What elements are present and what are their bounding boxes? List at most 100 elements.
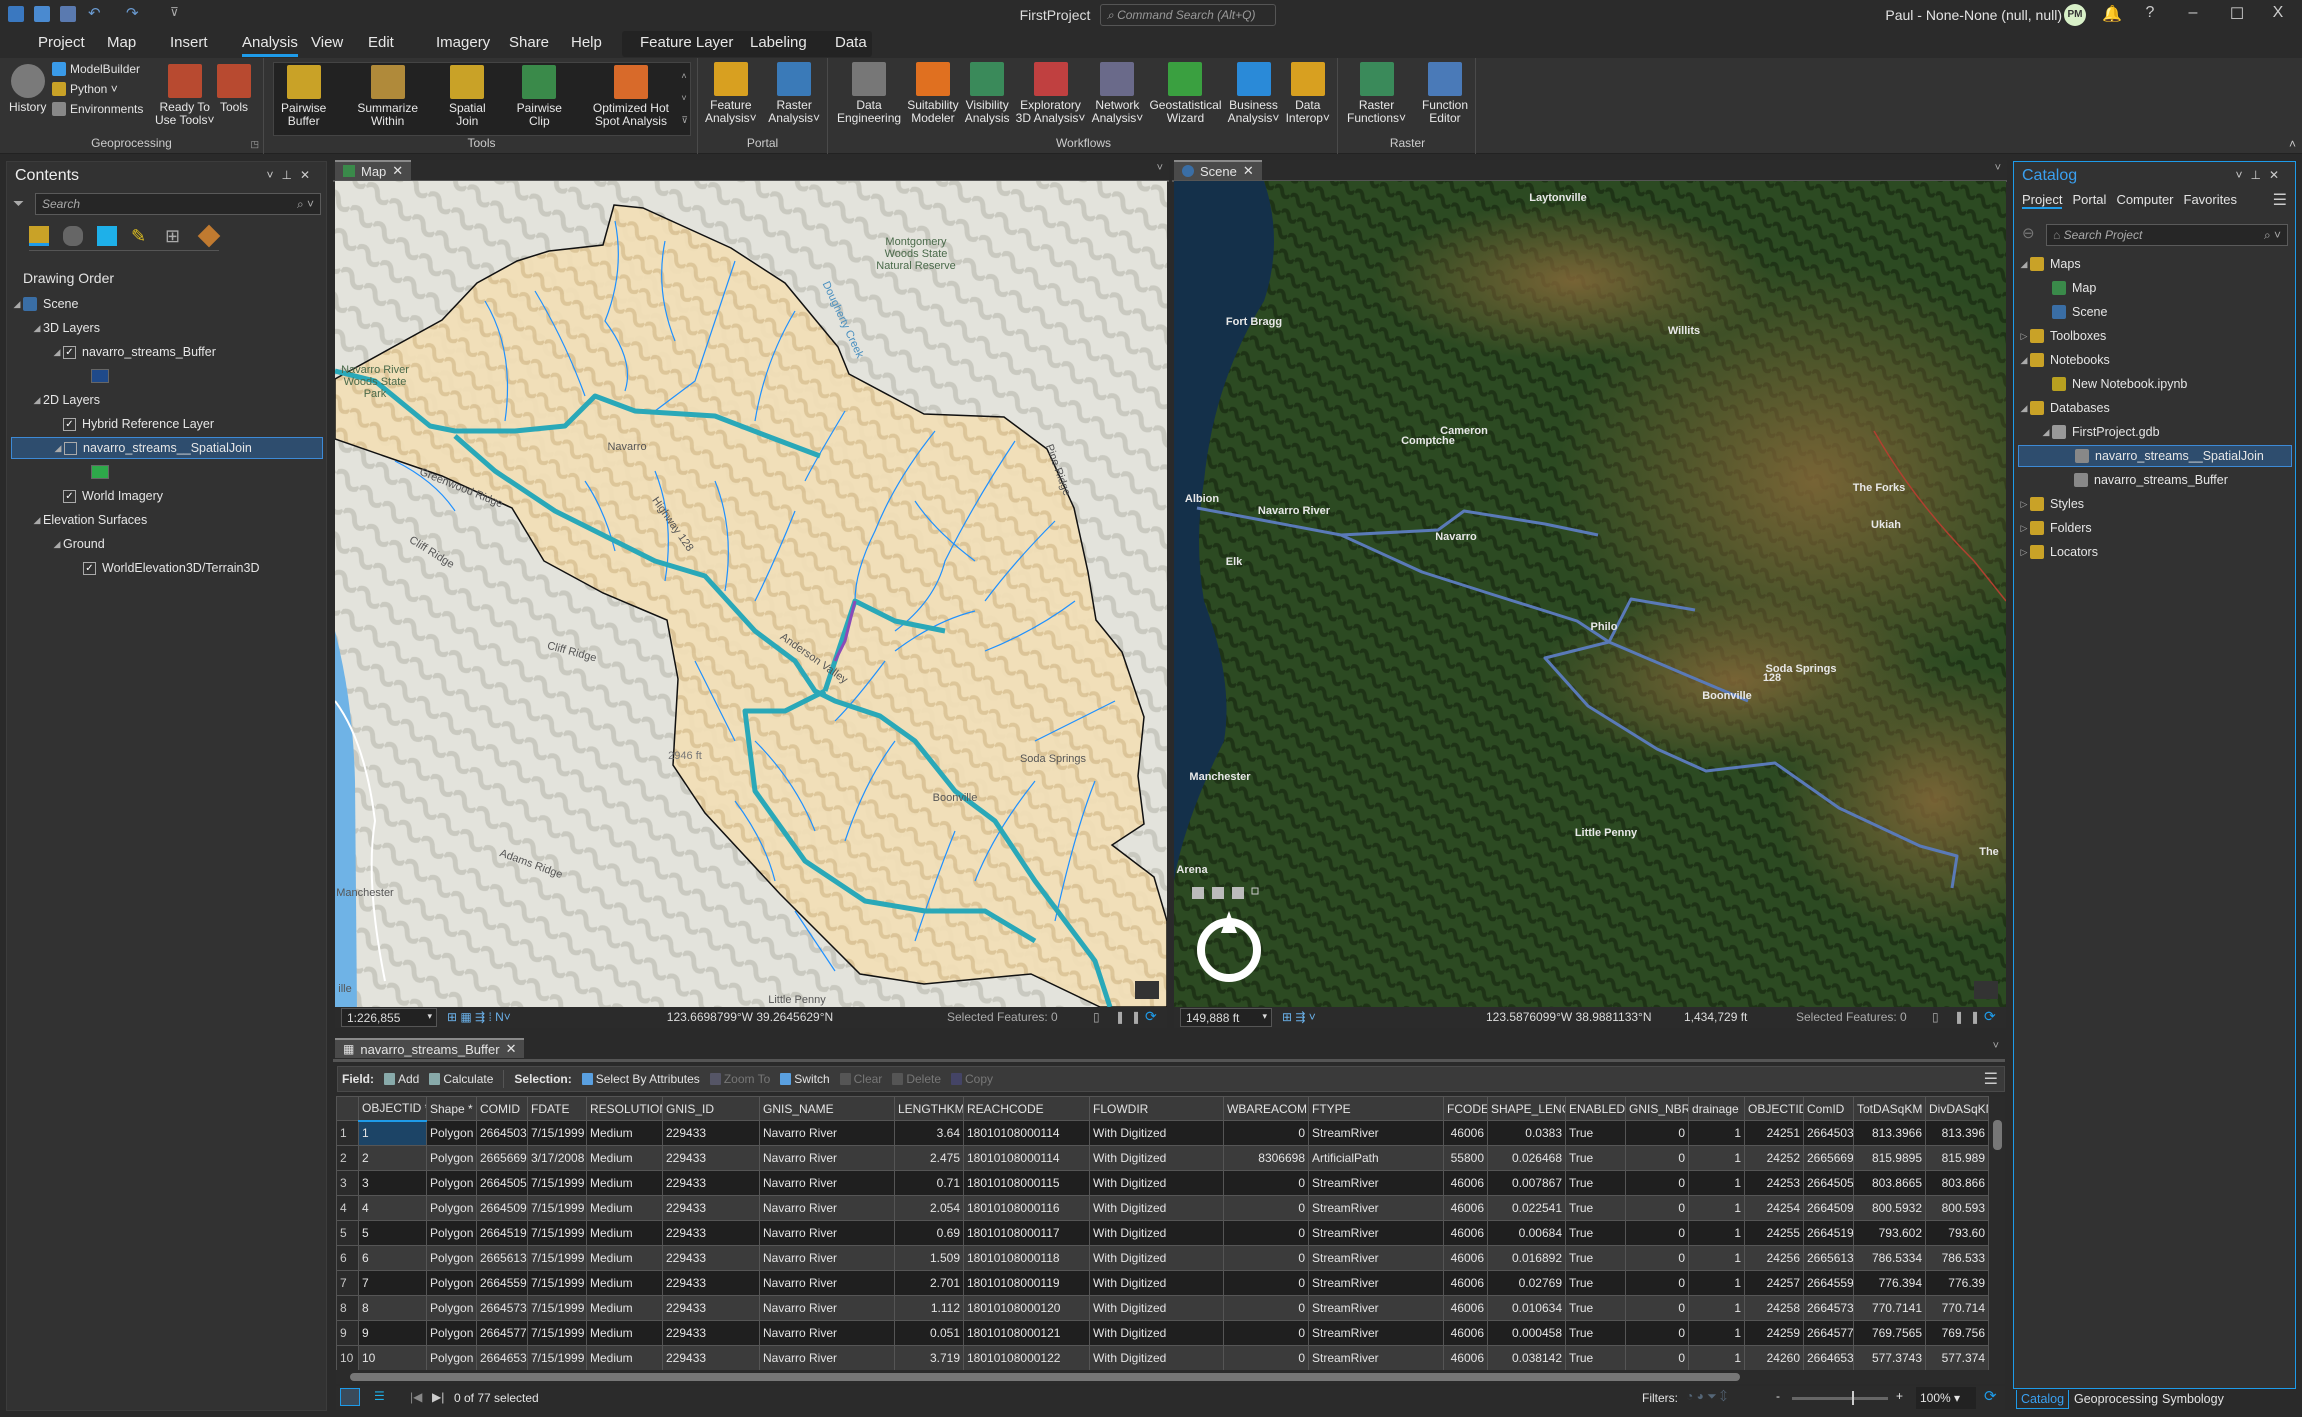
cell-reachcode[interactable]: 18010108000118: [963, 1245, 1090, 1271]
cell-comid[interactable]: 2664559: [1803, 1270, 1854, 1296]
tab-share[interactable]: Share: [509, 34, 549, 54]
cell-wbareacomi[interactable]: 0: [1223, 1345, 1309, 1370]
visibility-checkbox[interactable]: ✓: [63, 417, 76, 431]
contents-search-input[interactable]: Search ⌕ ˅: [35, 193, 321, 215]
tree-item-worldelevation3d-terrain3d[interactable]: ✓ WorldElevation3D/Terrain3D: [11, 557, 323, 579]
cell-reachcode[interactable]: 18010108000119: [963, 1270, 1090, 1296]
cell-fdate[interactable]: 7/15/1999: [527, 1320, 587, 1346]
collapsed-arrow-icon[interactable]: ▷: [2018, 547, 2030, 558]
cell-divdasqkm[interactable]: 770.714: [1925, 1295, 1989, 1321]
cell-comid[interactable]: 2665613: [1803, 1245, 1854, 1271]
cell-comid[interactable]: 2664577: [1803, 1320, 1854, 1346]
customize-quick-access-icon[interactable]: ⊽: [170, 5, 179, 19]
cell-resolution[interactable]: Medium: [586, 1345, 663, 1370]
cell-totdasqkm[interactable]: 803.8665: [1853, 1170, 1926, 1196]
tools-button[interactable]: Tools: [214, 64, 254, 114]
tab-data[interactable]: Data: [835, 34, 867, 54]
cell-ftype[interactable]: StreamRiver: [1308, 1220, 1444, 1246]
cell-enabled[interactable]: True: [1565, 1320, 1626, 1346]
list-by-selection-icon[interactable]: [97, 226, 117, 246]
network-analysis-button[interactable]: Network Analysis˅: [1089, 62, 1147, 125]
map-canvas[interactable]: MontgomeryWoods StateNatural ReserveNava…: [335, 181, 1167, 1007]
cell-wbareacomi[interactable]: 0: [1223, 1270, 1309, 1296]
cell-shape-leng[interactable]: 0.0383: [1487, 1120, 1566, 1146]
catalog-tab-computer[interactable]: Computer: [2116, 192, 2173, 209]
column-header-drainage[interactable]: drainage: [1688, 1096, 1745, 1121]
cell-ftype[interactable]: StreamRiver: [1308, 1195, 1444, 1221]
visibility-checkbox[interactable]: ✓: [63, 345, 76, 359]
column-header-gnis-id[interactable]: GNIS_ID: [662, 1096, 760, 1121]
list-by-labeling-icon[interactable]: [197, 224, 221, 248]
cell-fdate[interactable]: 7/15/1999: [527, 1245, 587, 1271]
cell-resolution[interactable]: Medium: [586, 1170, 663, 1196]
cell-gnis-name[interactable]: Navarro River: [759, 1345, 895, 1370]
cell-gnis-id[interactable]: 229433: [662, 1270, 760, 1296]
cell-comid[interactable]: 2665669: [1803, 1145, 1854, 1171]
cell-comid[interactable]: 2664573: [476, 1295, 528, 1321]
add-field-button[interactable]: Add: [384, 1072, 419, 1086]
cell-enabled[interactable]: True: [1565, 1170, 1626, 1196]
scene-legend-button[interactable]: [1974, 981, 1998, 999]
zoom-in-icon[interactable]: +: [1896, 1389, 1903, 1403]
table-row[interactable]: 7 7 Polygon 2664559 7/15/1999 Medium 229433 Nav…: [336, 1270, 1989, 1296]
column-header-comid[interactable]: COMID: [476, 1096, 528, 1121]
tab-list-icon[interactable]: ˅: [1995, 162, 2001, 174]
help-button[interactable]: ?: [2138, 4, 2162, 22]
cell-objectid[interactable]: 24254: [1744, 1195, 1804, 1221]
pause-drawing-icon[interactable]: ▯ ❚❚: [1093, 1010, 1147, 1024]
tree-item-styles[interactable]: ▷ Styles: [2018, 493, 2292, 515]
cell-gnis-id[interactable]: 229433: [662, 1145, 760, 1171]
zoom-out-icon[interactable]: -: [1776, 1389, 1780, 1403]
tree-item-new-notebook-ipynb[interactable]: New Notebook.ipynb: [2018, 373, 2292, 395]
scene-scale-selector[interactable]: 149,888 ft ▾: [1180, 1008, 1272, 1027]
cell-fcode[interactable]: 46006: [1443, 1195, 1488, 1221]
cell-objectid[interactable]: 1: [358, 1120, 427, 1146]
data-interop-button[interactable]: Data Interop˅: [1283, 62, 1333, 125]
cell-divdasqkm[interactable]: 800.593: [1925, 1195, 1989, 1221]
cell-ftype[interactable]: StreamRiver: [1308, 1245, 1444, 1271]
symbol-swatch[interactable]: [91, 465, 109, 479]
tab-project[interactable]: Project: [38, 34, 85, 54]
cell-shape[interactable]: Polygon: [426, 1270, 477, 1296]
tree-item-databases[interactable]: ◢ Databases: [2018, 397, 2292, 419]
spatial-join-button[interactable]: Spatial Join: [446, 65, 489, 128]
column-header-reachcode[interactable]: REACHCODE: [963, 1096, 1090, 1121]
column-header-lengthkm[interactable]: LENGTHKM: [894, 1096, 964, 1121]
selected-features-count[interactable]: Selected Features: 0: [947, 1010, 1058, 1024]
cell-gnis-name[interactable]: Navarro River: [759, 1195, 895, 1221]
catalog-tab-project[interactable]: Project: [2022, 192, 2063, 209]
list-by-editing-icon[interactable]: ✎: [131, 226, 151, 246]
cell-gnis-id[interactable]: 229433: [662, 1345, 760, 1370]
cell-enabled[interactable]: True: [1565, 1120, 1626, 1146]
cell-comid[interactable]: 2664577: [476, 1320, 528, 1346]
cell-wbareacomi[interactable]: 0: [1223, 1220, 1309, 1246]
suitability-modeler-button[interactable]: Suitability Modeler: [904, 62, 961, 125]
cell-enabled[interactable]: True: [1565, 1295, 1626, 1321]
copy-button[interactable]: Copy: [951, 1072, 993, 1086]
undo-icon[interactable]: ↶: [88, 4, 101, 22]
exploratory-3d-button[interactable]: Exploratory 3D Analysis˅: [1013, 62, 1089, 125]
calculate-field-button[interactable]: Calculate: [429, 1072, 493, 1086]
cell-drainage[interactable]: 1: [1688, 1170, 1745, 1196]
cell-objectid[interactable]: 24251: [1744, 1120, 1804, 1146]
tab-labeling[interactable]: Labeling: [750, 34, 807, 54]
tree-item-navarro-streams-spatialjoin[interactable]: navarro_streams__SpatialJoin: [2018, 445, 2292, 467]
history-button[interactable]: History: [6, 64, 49, 114]
tree-item-toolboxes[interactable]: ▷ Toolboxes: [2018, 325, 2292, 347]
cell-objectid[interactable]: 7: [358, 1270, 427, 1296]
cell-comid[interactable]: 2664503: [1803, 1120, 1854, 1146]
collapsed-arrow-icon[interactable]: ▷: [2018, 499, 2030, 510]
cell-divdasqkm[interactable]: 803.866: [1925, 1170, 1989, 1196]
cell-shape[interactable]: Polygon: [426, 1170, 477, 1196]
cell-shape-leng[interactable]: 0.00684: [1487, 1220, 1566, 1246]
refresh-icon[interactable]: ⟳: [1984, 1387, 1997, 1405]
tree-item-hybrid-reference-layer[interactable]: ✓ Hybrid Reference Layer: [11, 413, 323, 435]
cell-divdasqkm[interactable]: 776.39: [1925, 1270, 1989, 1296]
cell-totdasqkm[interactable]: 800.5932: [1853, 1195, 1926, 1221]
tree-item-maps[interactable]: ◢ Maps: [2018, 253, 2292, 275]
cell-shape-leng[interactable]: 0.02769: [1487, 1270, 1566, 1296]
cell-reachcode[interactable]: 18010108000121: [963, 1320, 1090, 1346]
cell-objectid[interactable]: 24252: [1744, 1145, 1804, 1171]
cell-ftype[interactable]: ArtificialPath: [1308, 1145, 1444, 1171]
cell-objectid[interactable]: 3: [358, 1170, 427, 1196]
